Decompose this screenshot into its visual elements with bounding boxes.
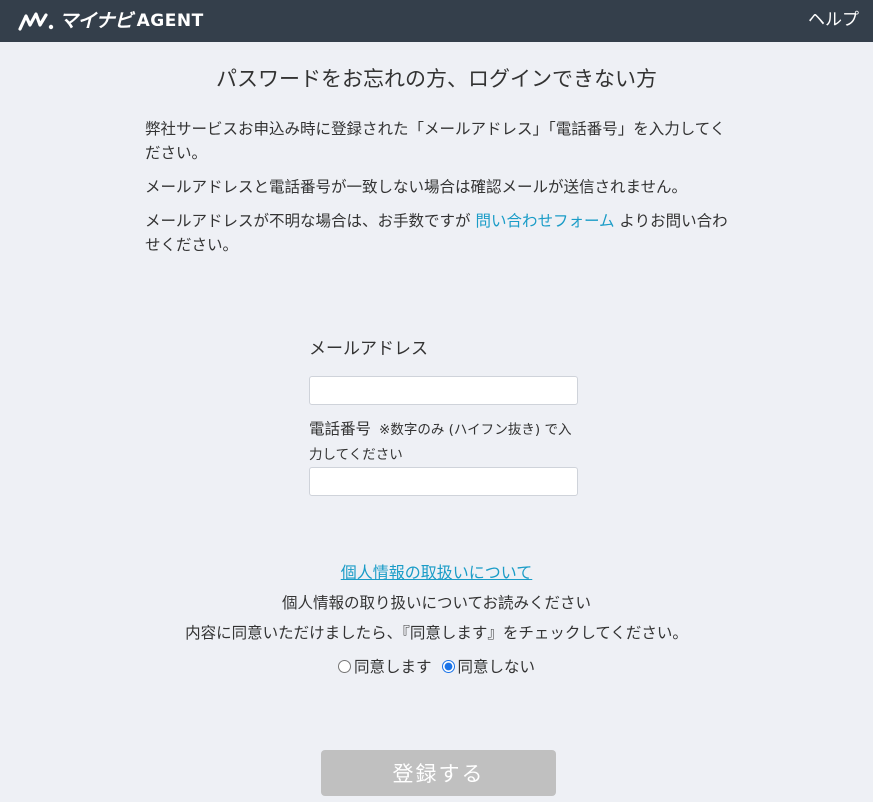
- privacy-section: 個人情報の取扱いについて 個人情報の取り扱いについてお読みください 内容に同意い…: [0, 558, 873, 648]
- intro-line-3-before: メールアドレスが不明な場合は、お手数ですが: [145, 212, 476, 230]
- email-field[interactable]: [309, 376, 578, 405]
- disagree-radio[interactable]: [441, 659, 455, 673]
- mynavi-agent-logo[interactable]: マイナビ AGENT: [18, 8, 204, 34]
- intro-line-3: メールアドレスが不明な場合は、お手数ですが 問い合わせフォーム よりお問い合わせ…: [145, 209, 735, 257]
- register-button[interactable]: 登録する: [321, 750, 556, 796]
- page-title: パスワードをお忘れの方、ログインできない方: [216, 67, 657, 91]
- privacy-read-text: 個人情報の取り扱いについてお読みください: [281, 594, 592, 612]
- phone-label-row: 電話番号 ※数字のみ (ハイフン抜き) で入力してください: [309, 417, 579, 467]
- agree-option[interactable]: 同意します: [337, 655, 432, 677]
- disagree-label: 同意しない: [457, 658, 536, 676]
- phone-label: 電話番号: [309, 420, 372, 438]
- privacy-policy-link[interactable]: 個人情報の取扱いについて: [341, 563, 533, 582]
- intro-text: 弊社サービスお申込み時に登録された「メールアドレス」「電話番号」を入力してくださ…: [145, 117, 735, 267]
- intro-line-2: メールアドレスと電話番号が一致しない場合は確認メールが送信されません。: [145, 178, 688, 196]
- agree-radio[interactable]: [337, 659, 351, 673]
- intro-line-1: 弊社サービスお申込み時に登録された「メールアドレス」「電話番号」を入力してくださ…: [145, 120, 726, 162]
- email-label: メールアドレス: [309, 339, 428, 359]
- agree-label: 同意します: [353, 658, 432, 676]
- logo-agent-text: AGENT: [136, 11, 204, 31]
- agreement-radio-group: 同意します 同意しない: [0, 655, 873, 677]
- top-header: マイナビ AGENT ヘルプ: [0, 0, 873, 42]
- privacy-instruction: 内容に同意いただけましたら、『同意します』をチェックしてください。: [185, 624, 688, 642]
- contact-form-link[interactable]: 問い合わせフォーム: [475, 212, 614, 230]
- recovery-form: メールアドレス 電話番号 ※数字のみ (ハイフン抜き) で入力してください: [309, 336, 579, 496]
- phone-field[interactable]: [309, 467, 578, 496]
- disagree-option[interactable]: 同意しない: [441, 655, 536, 677]
- mynavi-logo-icon: [18, 12, 54, 31]
- logo-kana-text: マイナビ: [59, 10, 133, 32]
- help-link[interactable]: ヘルプ: [808, 5, 859, 30]
